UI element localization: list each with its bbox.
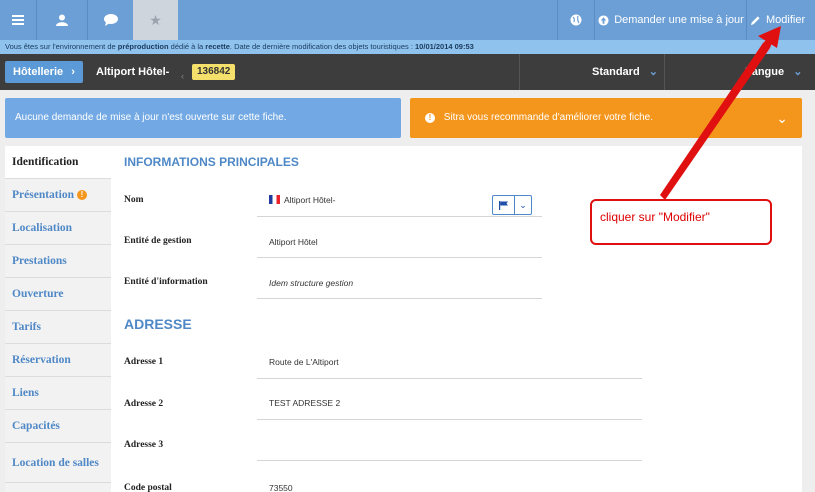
language-label: Langue: [745, 66, 785, 78]
sidebar-item-liens[interactable]: Liens: [5, 377, 111, 410]
sidebar-item-label: Tarifs: [12, 321, 41, 333]
annotation-text: cliquer sur "Modifier": [600, 210, 710, 224]
language-select[interactable]: Langue ⌄: [745, 54, 802, 90]
sidebar-item-label: Réservation: [12, 354, 71, 366]
env-notice-prefix: Vous êtes sur l'environnement de: [5, 42, 118, 51]
modify-button[interactable]: Modifier: [750, 0, 815, 40]
breadcrumb-bar: Hôtellerie › Altiport Hôtel- ‹ 136842 St…: [0, 54, 815, 90]
request-update-label: Demander une mise à jour: [614, 14, 744, 26]
pencil-icon: [750, 15, 760, 25]
env-notice-middle: dédié à la: [168, 42, 206, 51]
view-mode-label: Standard: [592, 66, 640, 78]
section-title-address: Adresse: [124, 316, 192, 332]
chevron-down-icon[interactable]: ⌄: [515, 196, 531, 214]
view-mode-select[interactable]: Standard ⌄: [592, 54, 658, 90]
sidebar-item-location-de-salles[interactable]: Location de salles: [5, 443, 111, 483]
field-value-entite-gestion[interactable]: Altiport Hôtel: [269, 237, 318, 247]
field-label-nom: Nom: [124, 195, 144, 205]
chevron-down-icon: ⌄: [648, 66, 658, 78]
field-value-code-postal[interactable]: 73550: [269, 483, 293, 492]
recommendation-alert[interactable]: ! Sitra vous recommande d'améliorer votr…: [410, 98, 802, 138]
update-request-alert-text: Aucune demande de mise à jour n'est ouve…: [15, 112, 287, 123]
language-flag-dropdown[interactable]: ⌄: [492, 195, 532, 215]
sidebar-item-label: Localisation: [12, 222, 73, 234]
sidebar-item-presentation[interactable]: Présentation!: [5, 179, 111, 212]
sidebar-item-label: Liens: [12, 387, 39, 399]
chevron-down-icon[interactable]: ⌄: [776, 98, 788, 138]
field-label-code-postal: Code postal: [124, 483, 172, 492]
env-notice-suffix: . Date de dernière modification des obje…: [229, 42, 416, 51]
sidebar-item-label: Ouverture: [12, 288, 64, 300]
field-label-adresse-1: Adresse 1: [124, 357, 164, 367]
modify-label: Modifier: [766, 14, 806, 26]
breadcrumb-category-label: Hôtellerie: [13, 66, 64, 78]
request-update-button[interactable]: Demander une mise à jour: [597, 0, 745, 40]
field-value-nom[interactable]: Altiport Hôtel-: [269, 195, 336, 205]
language-globe-button[interactable]: [558, 0, 594, 40]
field-label-entite-information: Entité d'information: [124, 277, 208, 287]
sidebar-item-localisation[interactable]: Localisation: [5, 212, 111, 245]
globe-icon: [570, 14, 582, 26]
chevron-right-icon: ›: [71, 66, 75, 78]
favorite-button[interactable]: ★: [133, 0, 178, 40]
top-toolbar: ★ Demander une mise à jour Modifier: [0, 0, 815, 40]
flag-icon[interactable]: [493, 196, 515, 214]
object-name: Altiport Hôtel-: [96, 66, 170, 78]
main-content: Informations principales Nom Altiport Hô…: [111, 146, 802, 492]
environment-notice: Vous êtes sur l'environnement de préprod…: [0, 40, 815, 54]
field-value-adresse-1[interactable]: Route de L'Altiport: [269, 357, 339, 367]
breadcrumb-separator-icon: ‹: [181, 71, 184, 81]
exclamation-circle-icon: !: [425, 113, 435, 123]
sidebar-nav: Identification Présentation! Localisatio…: [5, 146, 111, 492]
annotation-callout: cliquer sur "Modifier": [590, 199, 772, 245]
object-id-badge: 136842: [192, 64, 236, 80]
arrow-circle-icon: [598, 14, 609, 26]
field-label-adresse-3: Adresse 3: [124, 440, 164, 450]
hamburger-icon: [12, 15, 24, 25]
french-flag-icon: [269, 195, 280, 204]
sidebar-item-label: Prestations: [12, 255, 67, 267]
breadcrumb-category[interactable]: Hôtellerie ›: [5, 61, 83, 83]
last-modified-date: 10/01/2014 09:53: [415, 42, 474, 51]
info-badge-icon: !: [76, 190, 87, 200]
sidebar-item-reservation[interactable]: Réservation: [5, 344, 111, 377]
env-name: préproduction: [117, 42, 169, 51]
sidebar-item-capacites[interactable]: Capacités: [5, 410, 111, 443]
sidebar-item-label: Identification: [12, 156, 79, 168]
section-title-main: Informations principales: [124, 155, 299, 169]
field-label-adresse-2: Adresse 2: [124, 399, 164, 409]
sidebar-item-label: Location de salles: [12, 456, 99, 469]
sidebar-item-prestations[interactable]: Prestations: [5, 245, 111, 278]
user-icon: [56, 14, 68, 26]
field-value-nom-text: Altiport Hôtel-: [284, 195, 336, 205]
sidebar-item-label: Présentation: [12, 189, 74, 201]
sidebar-item-identification[interactable]: Identification: [5, 146, 111, 179]
update-request-alert: Aucune demande de mise à jour n'est ouve…: [5, 98, 401, 138]
field-value-adresse-2[interactable]: TEST ADRESSE 2: [269, 398, 340, 408]
env-purpose: recette: [205, 42, 230, 51]
chevron-down-icon: ⌄: [793, 66, 803, 78]
chat-button[interactable]: [88, 0, 133, 40]
recommendation-alert-text: Sitra vous recommande d'améliorer votre …: [443, 112, 653, 123]
sidebar-item-ouverture[interactable]: Ouverture: [5, 278, 111, 311]
star-icon: ★: [149, 11, 162, 28]
sidebar-item-tarifs[interactable]: Tarifs: [5, 311, 111, 344]
user-button[interactable]: [37, 0, 87, 40]
menu-button[interactable]: [0, 0, 36, 40]
field-label-entite-gestion: Entité de gestion: [124, 236, 192, 246]
field-value-entite-information[interactable]: Idem structure gestion: [269, 278, 353, 288]
chat-icon: [103, 14, 118, 26]
sidebar-item-label: Capacités: [12, 420, 60, 432]
